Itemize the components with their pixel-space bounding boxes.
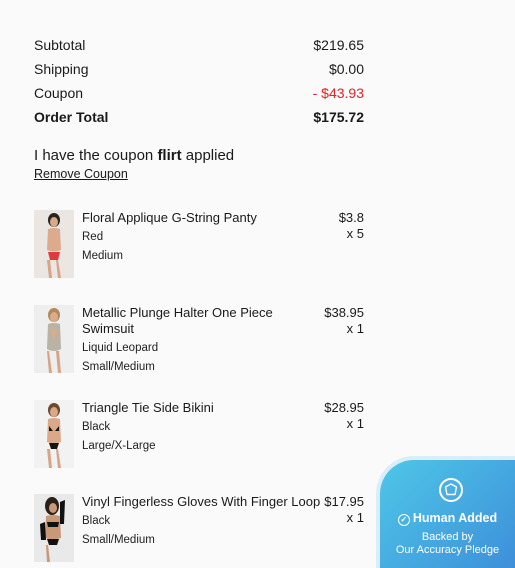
product-thumbnail[interactable] xyxy=(34,210,74,278)
coupon-applied-text: I have the coupon flirt applied xyxy=(34,147,234,165)
coupon-discount-value: - $43.93 xyxy=(312,85,364,101)
badge-line-1: Backed by xyxy=(421,531,474,543)
cart-item: Floral Applique G-String Panty Red Mediu… xyxy=(34,210,364,278)
check-circle-icon: ✓ xyxy=(397,514,410,526)
badge-line-2: Our Accuracy Pledge xyxy=(395,544,500,556)
coupon-label: Coupon xyxy=(34,85,84,101)
item-price: $28.95 xyxy=(324,400,364,415)
item-size: Medium xyxy=(82,250,123,262)
item-price: $38.95 xyxy=(324,305,364,320)
coupon-row: Coupon - $43.93 xyxy=(34,81,364,105)
product-thumbnail[interactable] xyxy=(34,305,74,373)
item-name[interactable]: Floral Applique G-String Panty xyxy=(82,210,364,226)
item-quantity: x 1 xyxy=(346,321,364,336)
item-quantity: x 1 xyxy=(346,416,364,431)
shipping-value: $0.00 xyxy=(328,61,364,77)
badge-subtitle: Backed by Our Accuracy Pledge xyxy=(380,531,515,557)
order-summary: Subtotal $219.65 Shipping $0.00 Coupon -… xyxy=(34,33,364,129)
shipping-row: Shipping $0.00 xyxy=(34,57,364,81)
item-size: Small/Medium xyxy=(82,361,155,373)
shipping-label: Shipping xyxy=(34,61,89,77)
coupon-code: flirt xyxy=(157,147,182,164)
remove-coupon-link[interactable]: Remove Coupon xyxy=(34,167,128,181)
item-quantity: x 1 xyxy=(346,510,364,525)
item-name[interactable]: Metallic Plunge Halter One Piece Swimsui… xyxy=(82,305,282,337)
product-thumbnail[interactable] xyxy=(34,400,74,468)
item-size: Small/Medium xyxy=(82,534,155,546)
product-thumbnail[interactable] xyxy=(34,494,74,562)
item-price: $3.8 xyxy=(338,210,364,225)
cart-item: Vinyl Fingerless Gloves With Finger Loop… xyxy=(34,494,364,562)
shield-icon xyxy=(439,478,463,502)
item-info: Vinyl Fingerless Gloves With Finger Loop… xyxy=(82,494,364,562)
item-price-col: $38.95 x 1 xyxy=(324,305,364,337)
item-info: Floral Applique G-String Panty Red Mediu… xyxy=(82,210,364,278)
item-quantity: x 5 xyxy=(346,226,364,241)
subtotal-value: $219.65 xyxy=(313,37,364,53)
item-price-col: $17.95 x 1 xyxy=(324,494,364,526)
item-color: Black xyxy=(82,515,111,527)
item-price-col: $28.95 x 1 xyxy=(324,400,364,432)
subtotal-label: Subtotal xyxy=(34,37,86,53)
subtotal-row: Subtotal $219.65 xyxy=(34,33,364,57)
item-color: Liquid Leopard xyxy=(82,342,159,354)
order-total-value: $175.72 xyxy=(313,109,364,125)
item-price-col: $3.8 x 5 xyxy=(339,210,364,242)
item-size: Large/X-Large xyxy=(82,440,156,452)
cart-item: Triangle Tie Side Bikini Black Large/X-L… xyxy=(34,400,364,468)
item-color: Red xyxy=(82,231,104,243)
coupon-applied-section: I have the coupon flirt applied Remove C… xyxy=(34,147,234,183)
item-name[interactable]: Triangle Tie Side Bikini xyxy=(82,400,364,416)
item-info: Metallic Plunge Halter One Piece Swimsui… xyxy=(82,305,364,377)
item-price: $17.95 xyxy=(324,494,364,509)
item-info: Triangle Tie Side Bikini Black Large/X-L… xyxy=(82,400,364,468)
order-total-label: Order Total xyxy=(34,109,109,125)
coupon-suffix: applied xyxy=(181,147,235,164)
cart-item: Metallic Plunge Halter One Piece Swimsui… xyxy=(34,305,364,377)
coupon-prefix: I have the coupon xyxy=(34,147,158,164)
item-name[interactable]: Vinyl Fingerless Gloves With Finger Loop xyxy=(82,494,364,510)
item-color: Black xyxy=(82,421,111,433)
badge-title: ✓ Human Added xyxy=(380,511,515,526)
order-total-row: Order Total $175.72 xyxy=(34,105,364,129)
badge-title-text: Human Added xyxy=(412,511,498,525)
accuracy-pledge-badge[interactable]: ✓ Human Added Backed by Our Accuracy Pled… xyxy=(376,456,515,568)
